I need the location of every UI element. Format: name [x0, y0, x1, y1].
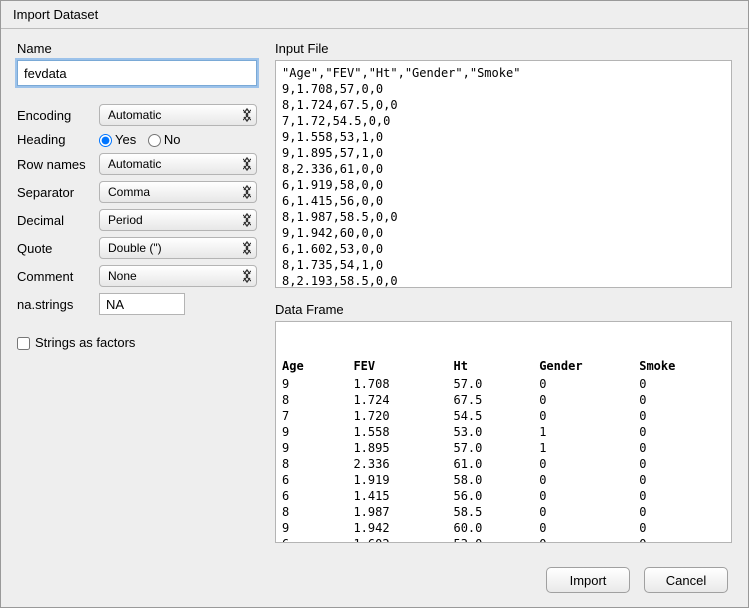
table-row: 91.70857.000	[282, 376, 725, 392]
df-col-header: Smoke	[639, 358, 725, 376]
input-file-preview[interactable]: "Age","FEV","Ht","Gender","Smoke" 9,1.70…	[275, 60, 732, 288]
left-column: Name Encoding Automatic Heading	[17, 41, 257, 555]
quote-select[interactable]: Double (")	[99, 237, 257, 259]
encoding-select[interactable]: Automatic	[99, 104, 257, 126]
rownames-label: Row names	[17, 157, 99, 172]
name-input[interactable]	[17, 60, 257, 86]
heading-no-radio[interactable]	[148, 134, 161, 147]
strings-as-factors-checkbox[interactable]	[17, 337, 30, 350]
cancel-button[interactable]: Cancel	[644, 567, 728, 593]
data-frame-preview[interactable]: AgeFEVHtGenderSmoke91.70857.00081.72467.…	[275, 321, 732, 543]
nastrings-input[interactable]	[99, 293, 185, 315]
table-row: 82.33661.000	[282, 456, 725, 472]
dialog-footer: Import Cancel	[1, 559, 748, 607]
dialog-title: Import Dataset	[1, 1, 748, 29]
name-label: Name	[17, 41, 257, 56]
heading-yes-radio[interactable]	[99, 134, 112, 147]
import-button[interactable]: Import	[546, 567, 630, 593]
quote-label: Quote	[17, 241, 99, 256]
heading-no-option[interactable]: No	[148, 132, 181, 147]
data-frame-table: AgeFEVHtGenderSmoke91.70857.00081.72467.…	[282, 358, 725, 543]
table-row: 61.41556.000	[282, 488, 725, 504]
table-row: 81.72467.500	[282, 392, 725, 408]
table-row: 81.98758.500	[282, 504, 725, 520]
heading-label: Heading	[17, 132, 99, 147]
df-col-header: Gender	[539, 358, 639, 376]
nastrings-label: na.strings	[17, 297, 99, 312]
heading-radios: Yes No	[99, 132, 257, 147]
separator-label: Separator	[17, 185, 99, 200]
comment-label: Comment	[17, 269, 99, 284]
dialog-content: Name Encoding Automatic Heading	[1, 29, 748, 559]
separator-select[interactable]: Comma	[99, 181, 257, 203]
df-col-header: FEV	[353, 358, 453, 376]
comment-select[interactable]: None	[99, 265, 257, 287]
table-row: 61.91958.000	[282, 472, 725, 488]
input-file-label: Input File	[275, 41, 732, 56]
table-row: 61.60253.000	[282, 536, 725, 543]
table-row: 91.55853.010	[282, 424, 725, 440]
import-dataset-dialog: Import Dataset Name Encoding Automatic H…	[0, 0, 749, 608]
heading-yes-option[interactable]: Yes	[99, 132, 140, 147]
table-row: 91.94260.000	[282, 520, 725, 536]
encoding-label: Encoding	[17, 108, 99, 123]
table-row: 91.89557.010	[282, 440, 725, 456]
decimal-label: Decimal	[17, 213, 99, 228]
strings-as-factors-option[interactable]: Strings as factors	[17, 335, 135, 350]
table-row: 71.72054.500	[282, 408, 725, 424]
decimal-select[interactable]: Period	[99, 209, 257, 231]
rownames-select[interactable]: Automatic	[99, 153, 257, 175]
df-col-header: Age	[282, 358, 353, 376]
data-frame-label: Data Frame	[275, 302, 732, 317]
right-column: Input File "Age","FEV","Ht","Gender","Sm…	[275, 41, 732, 555]
df-col-header: Ht	[453, 358, 539, 376]
